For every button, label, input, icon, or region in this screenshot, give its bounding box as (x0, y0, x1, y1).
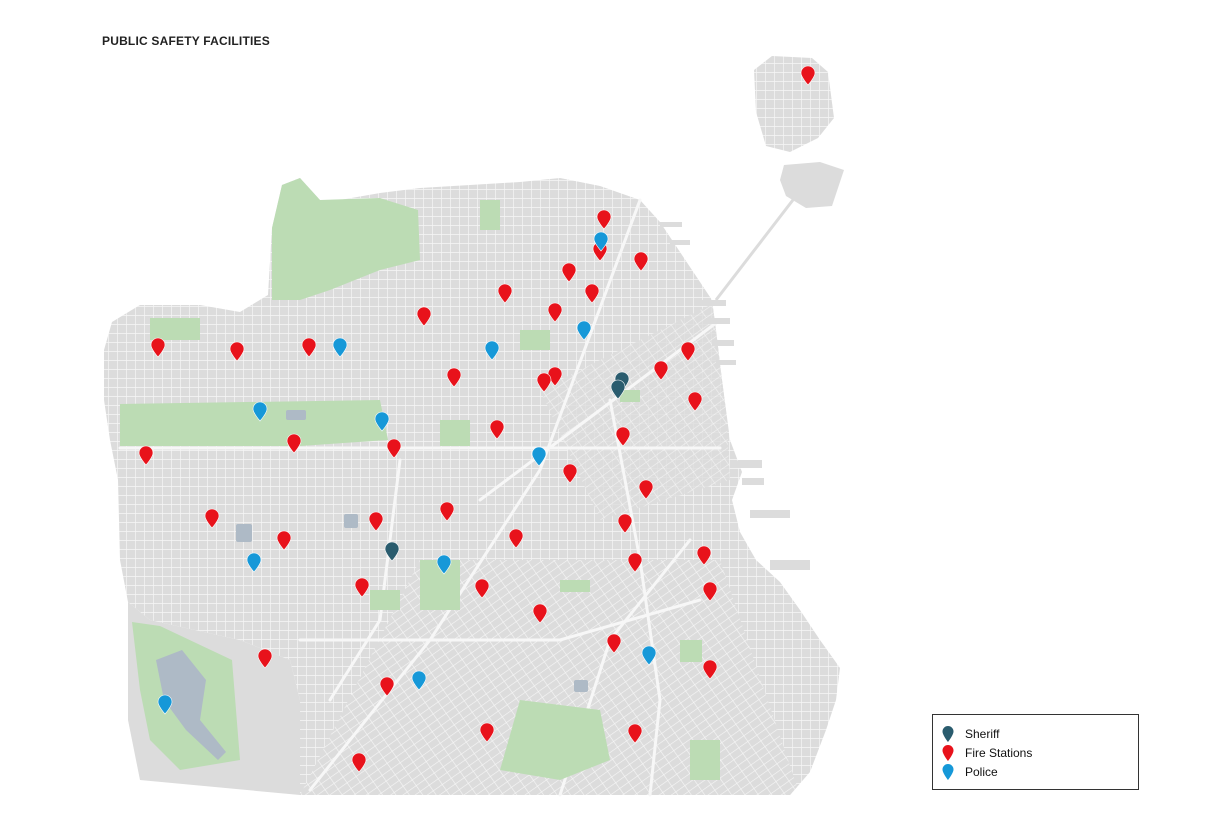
legend-label: Fire Stations (965, 746, 1033, 760)
map-pin-icon (942, 764, 954, 780)
treasure-island (714, 56, 844, 301)
legend-label: Police (965, 765, 998, 779)
map-pin-icon (942, 745, 954, 761)
legend-label: Sheriff (965, 727, 1000, 741)
legend-item-police: Police (941, 763, 998, 781)
city-map[interactable] (0, 0, 1219, 825)
map-pin-icon (942, 726, 954, 742)
legend-item-sheriff: Sheriff (941, 725, 999, 743)
map-legend: Sheriff Fire Stations Police (932, 714, 1139, 790)
legend-item-fire-stations: Fire Stations (941, 744, 1032, 762)
